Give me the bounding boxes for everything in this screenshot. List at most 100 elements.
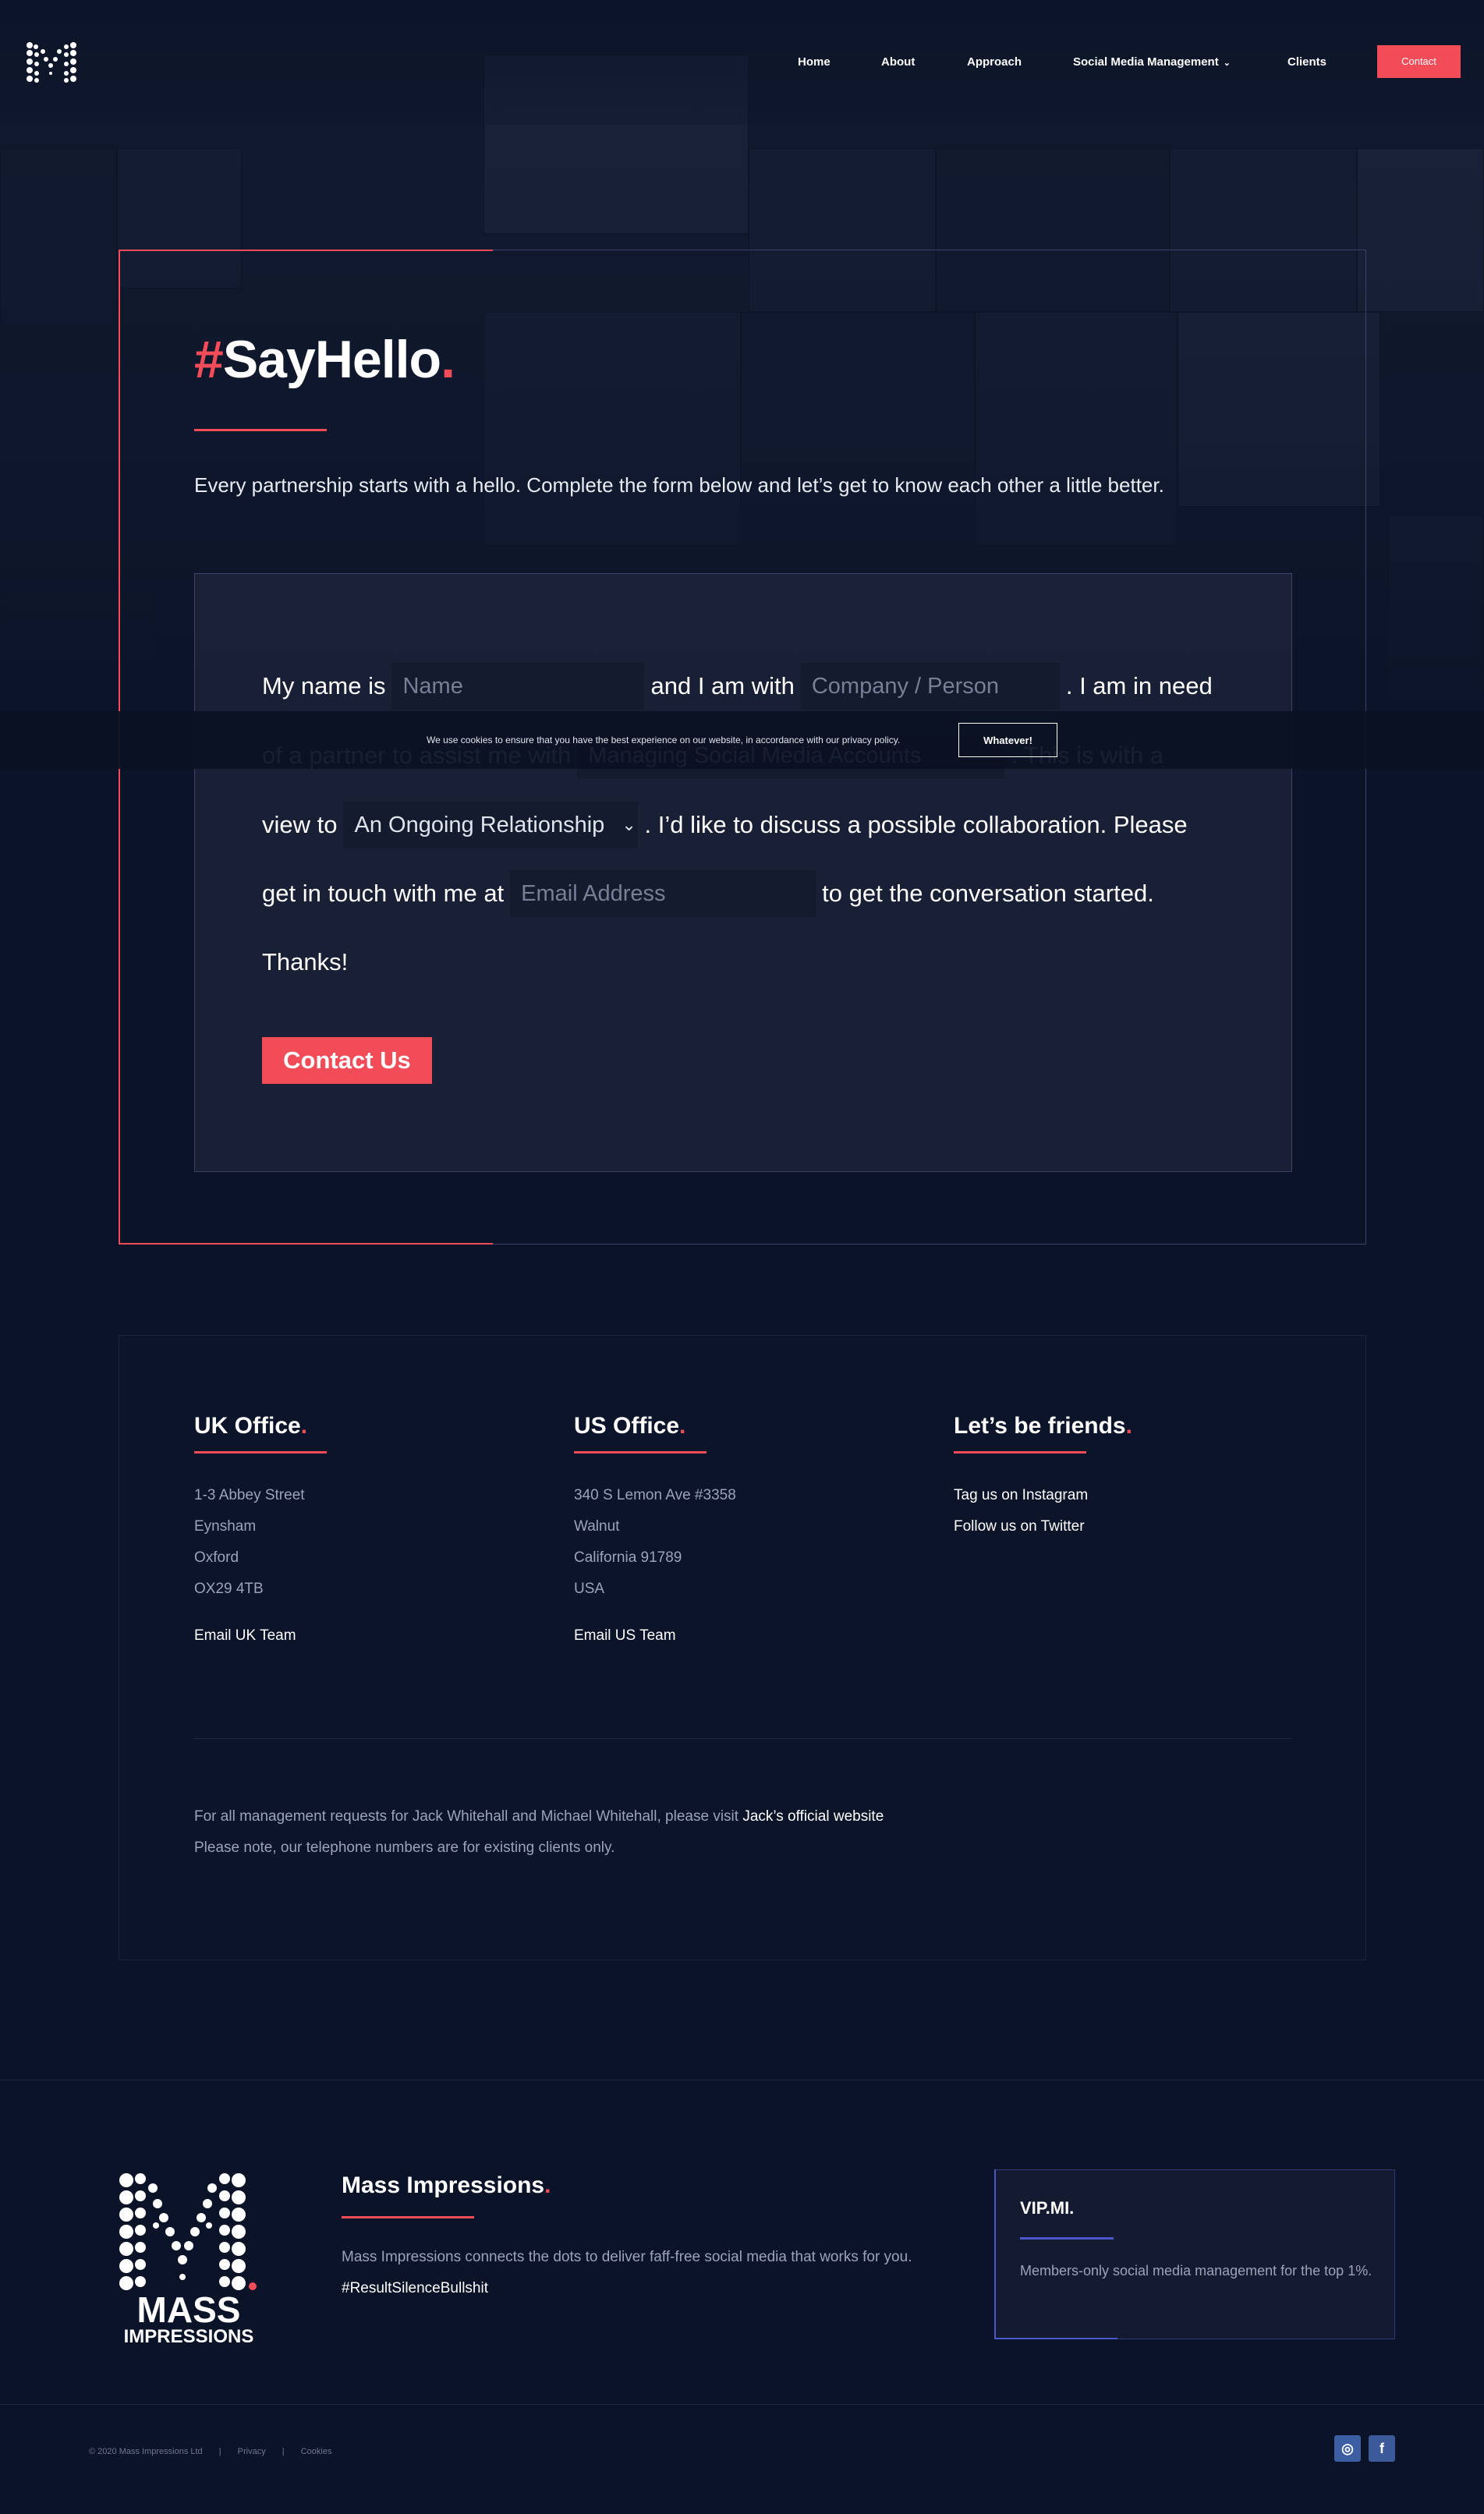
management-note: For all management requests for Jack Whi…: [194, 1808, 884, 1825]
name-input[interactable]: Name: [391, 663, 645, 710]
main-nav: Home About Approach Social Media Managem…: [0, 45, 1484, 78]
address-line: USA: [574, 1581, 605, 1597]
form-text: to get the conversation started.: [822, 880, 1154, 907]
us-office-title-dot: .: [679, 1413, 686, 1439]
chevron-down-icon: ⌄: [1223, 58, 1231, 68]
vip-underline: [1020, 2237, 1114, 2240]
form-text: . I am in need: [1065, 672, 1213, 699]
about-block: Mass Impressions. Mass Impressions conne…: [342, 2172, 934, 2304]
cookie-bar: We use cookies to ensure that you have t…: [0, 711, 1484, 769]
logo-text-impressions: IMPRESSIONS: [124, 2326, 254, 2346]
cookies-link[interactable]: Cookies: [301, 2447, 332, 2456]
telephone-note: Please note, our telephone numbers are f…: [194, 1839, 615, 1856]
hashtag-link[interactable]: #ResultSilenceBullshit: [342, 2280, 488, 2296]
vip-title: VIP.MI.: [1020, 2198, 1075, 2218]
uk-office: UK Office. 1-3 Abbey Street Eynsham Oxfo…: [194, 1412, 537, 1652]
nav-social-media-management[interactable]: Social Media Management ⌄: [1073, 53, 1231, 73]
cookie-notice-text: We use cookies to ensure that you have t…: [427, 735, 901, 745]
accent-line: [994, 2169, 996, 2339]
nav-clients[interactable]: Clients: [1287, 53, 1326, 72]
us-office-title: US Office.: [574, 1412, 917, 1440]
accent-line: [994, 2338, 1117, 2339]
form-text: and I am with: [650, 672, 795, 699]
accent-line: [119, 250, 493, 251]
footer-divider: [0, 2404, 1484, 2405]
form-text: view to: [262, 811, 338, 838]
page-title: #SayHello.: [194, 328, 455, 391]
title-hash: #: [194, 330, 224, 389]
divider: [194, 1738, 1292, 1739]
friends-title-dot: .: [1125, 1413, 1132, 1439]
address-line: Oxford: [194, 1549, 239, 1566]
section-underline: [342, 2216, 474, 2218]
facebook-icon[interactable]: f: [1369, 2435, 1395, 2462]
cookie-accept-button[interactable]: Whatever!: [958, 723, 1057, 757]
address-line: 340 S Lemon Ave #3358: [574, 1487, 736, 1503]
title-text: SayHello: [222, 330, 441, 389]
nav-social-media-management-label: Social Media Management: [1073, 55, 1219, 69]
friends-title-text: Let’s be friends: [954, 1413, 1126, 1439]
jacks-website-link[interactable]: Jack’s official website: [742, 1808, 884, 1825]
title-dot: .: [441, 330, 455, 389]
email-us-team-link[interactable]: Email US Team: [574, 1620, 917, 1652]
form-line-5: Thanks!: [262, 939, 348, 986]
section-underline: [574, 1451, 707, 1454]
about-text: Mass Impressions connects the dots to de…: [342, 2242, 934, 2304]
form-text: My name is: [262, 672, 386, 699]
friends-title: Let’s be friends.: [954, 1412, 1297, 1440]
form-line-1: My name is Name and I am with Company / …: [262, 663, 1213, 710]
mass-impressions-logo[interactable]: MASS IMPRESSIONS: [117, 2169, 260, 2346]
about-title-text: Mass Impressions: [342, 2172, 545, 2198]
form-line-4: get in touch with me at Email Address to…: [262, 870, 1154, 917]
logo-text-mass: MASS: [137, 2289, 241, 2330]
twitter-link[interactable]: Follow us on Twitter: [954, 1511, 1297, 1542]
us-office: US Office. 340 S Lemon Ave #3358 Walnut …: [574, 1412, 917, 1652]
legal-bar: © 2020 Mass Impressions Ltd | Privacy | …: [89, 2447, 345, 2456]
relationship-select[interactable]: An Ongoing Relationship ⌄: [343, 802, 639, 848]
form-text: . I’d like to discuss a possible collabo…: [644, 811, 1188, 838]
address-line: 1-3 Abbey Street: [194, 1487, 305, 1503]
form-text: get in touch with me at: [262, 880, 505, 907]
address-line: Walnut: [574, 1518, 620, 1535]
uk-office-title-text: UK Office: [194, 1413, 301, 1439]
site-header: Home About Approach Social Media Managem…: [0, 0, 1484, 125]
section-underline: [194, 1451, 327, 1454]
intro-text: Every partnership starts with a hello. C…: [194, 473, 1164, 497]
form-line-3: view to An Ongoing Relationship ⌄ . I’d l…: [262, 802, 1188, 848]
nav-about[interactable]: About: [881, 53, 915, 72]
social-links: Let’s be friends. Tag us on Instagram Fo…: [954, 1412, 1297, 1542]
address-line: OX29 4TB: [194, 1581, 264, 1597]
email-input[interactable]: Email Address: [510, 870, 816, 917]
nav-approach[interactable]: Approach: [967, 53, 1022, 72]
section-underline: [954, 1451, 1086, 1454]
address-line: Eynsham: [194, 1518, 257, 1535]
company-input[interactable]: Company / Person: [800, 663, 1060, 710]
relationship-select-value: An Ongoing Relationship: [354, 813, 605, 837]
title-underline: [194, 429, 327, 431]
about-title-dot: .: [544, 2172, 551, 2198]
vip-card[interactable]: VIP.MI. Members-only social media manage…: [994, 2169, 1395, 2339]
offices-section: UK Office. 1-3 Abbey Street Eynsham Oxfo…: [119, 1335, 1366, 1960]
management-note-text: For all management requests for Jack Whi…: [194, 1808, 743, 1825]
copyright-text: © 2020 Mass Impressions Ltd: [89, 2447, 203, 2456]
about-title: Mass Impressions.: [342, 2172, 934, 2199]
form-text: Thanks!: [262, 948, 349, 976]
privacy-link[interactable]: Privacy: [238, 2447, 266, 2456]
about-description: Mass Impressions connects the dots to de…: [342, 2249, 912, 2265]
uk-office-title: UK Office.: [194, 1412, 537, 1440]
instagram-icon[interactable]: ◎: [1334, 2435, 1361, 2462]
email-uk-team-link[interactable]: Email UK Team: [194, 1620, 537, 1652]
separator: |: [282, 2447, 285, 2456]
contact-button[interactable]: Contact: [1377, 45, 1461, 78]
accent-line: [119, 1243, 493, 1245]
vip-text: Members-only social media management for…: [1020, 2263, 1372, 2279]
nav-home[interactable]: Home: [798, 53, 831, 72]
separator: |: [218, 2447, 221, 2456]
address-line: California 91789: [574, 1549, 682, 1566]
us-office-title-text: US Office: [574, 1413, 680, 1439]
chevron-down-icon: ⌄: [622, 815, 636, 834]
uk-office-title-dot: .: [300, 1413, 308, 1439]
contact-us-button[interactable]: Contact Us: [262, 1037, 432, 1084]
instagram-link[interactable]: Tag us on Instagram: [954, 1480, 1297, 1511]
contact-form: My name is Name and I am with Company / …: [194, 573, 1292, 1172]
